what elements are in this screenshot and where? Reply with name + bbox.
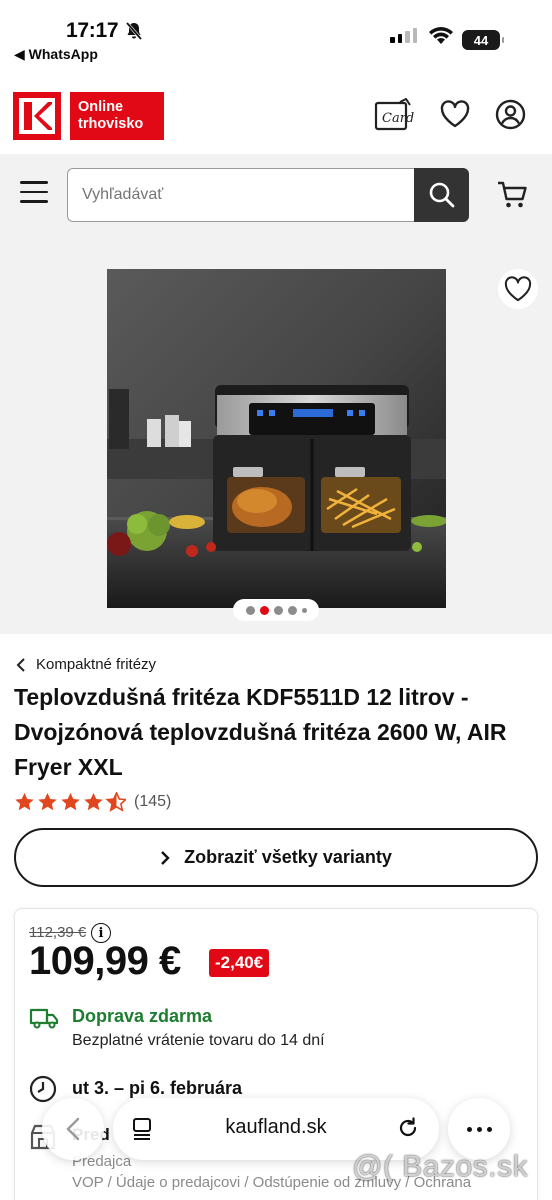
status-bar: 17:17 ◀ WhatsApp 44 xyxy=(0,0,552,80)
search-icon xyxy=(429,182,454,208)
delivery-truck-icon xyxy=(29,1007,59,1034)
svg-text:Card: Card xyxy=(382,111,414,126)
gallery-dot[interactable] xyxy=(245,605,255,615)
hamburger-menu-icon[interactable] xyxy=(20,181,52,209)
gallery-dot[interactable] xyxy=(287,605,297,615)
show-all-variants-label: Zobraziť všetky varianty xyxy=(184,847,392,867)
site-header: Online trhovisko Card xyxy=(0,80,552,154)
free-shipping-title: Doprava zdarma xyxy=(72,1006,213,1026)
battery-indicator: 44 xyxy=(462,30,504,50)
product-rating[interactable]: (145) xyxy=(14,792,171,812)
clock-icon xyxy=(29,1075,57,1108)
more-dot xyxy=(476,1126,482,1132)
user-account-icon[interactable] xyxy=(495,99,526,135)
add-to-wishlist-button[interactable] xyxy=(498,269,538,309)
heart-icon xyxy=(504,276,532,302)
discount-badge: -2,40€ xyxy=(209,949,270,977)
chevron-right-icon xyxy=(161,850,170,865)
current-price: 109,99 € xyxy=(29,939,181,983)
gallery-pagination-dots[interactable] xyxy=(233,599,319,621)
breadcrumb[interactable]: Kompaktné fritézy xyxy=(16,656,156,673)
browser-back-button[interactable] xyxy=(42,1098,104,1160)
breadcrumb-label[interactable]: Kompaktné fritézy xyxy=(36,656,156,673)
show-all-variants-button[interactable]: Zobraziť všetky varianty xyxy=(14,828,538,887)
chevron-left-icon xyxy=(66,1117,80,1141)
logo-text-line2: trhovisko xyxy=(78,116,144,132)
logo-text: Online trhovisko xyxy=(70,92,164,140)
back-to-whatsapp-link[interactable]: ◀ WhatsApp xyxy=(14,46,98,63)
gallery-dot[interactable] xyxy=(273,605,283,615)
loyalty-card-icon[interactable]: Card xyxy=(374,97,416,139)
more-dot xyxy=(486,1126,492,1132)
kaufland-k-icon xyxy=(13,92,61,140)
free-returns-text: Bezplatné vrátenie tovaru do 14 dní xyxy=(72,1032,325,1049)
search-bar xyxy=(0,154,552,238)
search-input[interactable] xyxy=(67,168,415,222)
chevron-left-icon xyxy=(16,657,25,672)
shopping-cart-icon[interactable] xyxy=(496,180,528,215)
logo-text-line1: Online xyxy=(78,99,124,115)
search-button[interactable] xyxy=(414,168,469,222)
wifi-icon xyxy=(428,26,454,51)
watermark: @( Bazos.sk xyxy=(352,1150,528,1183)
clock-time: 17:17 xyxy=(66,19,119,42)
cellular-signal-icon xyxy=(390,28,417,43)
gallery-dot[interactable] xyxy=(301,607,307,613)
gallery-dot-active[interactable] xyxy=(259,605,269,615)
delivery-date: ut 3. – pi 6. februára xyxy=(72,1078,243,1098)
bell-muted-icon xyxy=(124,21,144,46)
rating-count[interactable]: (145) xyxy=(134,793,171,811)
product-title: Teplovzdušná fritéza KDF5511D 12 litrov … xyxy=(14,684,507,780)
heart-wishlist-icon[interactable] xyxy=(440,100,470,133)
reload-icon[interactable] xyxy=(396,1116,420,1145)
product-gallery xyxy=(0,238,552,634)
rating-stars-icon xyxy=(15,792,126,812)
browser-url[interactable]: kaufland.sk xyxy=(113,1116,439,1139)
more-dot xyxy=(466,1126,472,1132)
kaufland-logo[interactable]: Online trhovisko xyxy=(13,92,164,140)
product-image[interactable] xyxy=(107,269,446,608)
